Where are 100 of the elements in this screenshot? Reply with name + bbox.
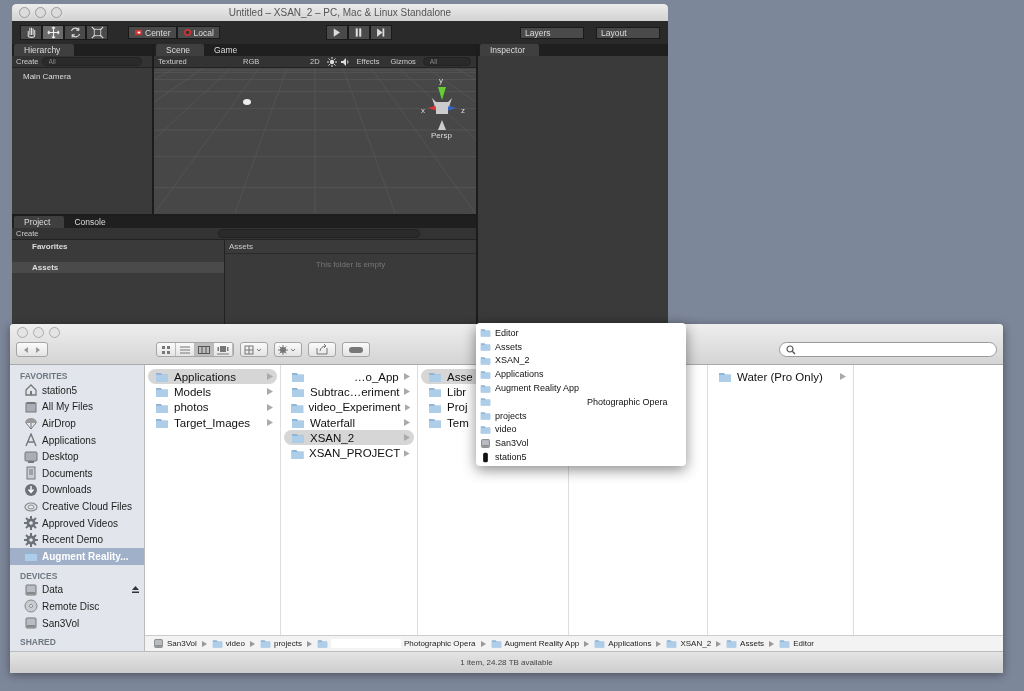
- sidebar-item[interactable]: Recent Demo: [10, 531, 144, 548]
- menu-item[interactable]: XSAN_2: [476, 353, 686, 368]
- folder-row[interactable]: Models: [148, 384, 277, 400]
- pivot-button[interactable]: Center: [128, 26, 177, 39]
- menu-item[interactable]: Editor: [476, 326, 686, 340]
- cover-flow-icon: [217, 343, 229, 356]
- layout-dropdown[interactable]: Layout: [596, 26, 660, 39]
- sidebar-item[interactable]: Data: [10, 581, 144, 599]
- cloud-icon: [24, 499, 38, 514]
- separator-arrow-icon: [480, 640, 486, 647]
- hierarchy-item[interactable]: Main Camera: [12, 68, 152, 81]
- orientation-gizmo-drawing[interactable]: [428, 87, 456, 130]
- sidebar-item[interactable]: AirDrop: [10, 415, 144, 432]
- projection-label[interactable]: Persp: [431, 131, 452, 140]
- view-tab[interactable]: Game: [204, 44, 252, 56]
- eject-icon[interactable]: [131, 585, 140, 595]
- share-button[interactable]: [308, 342, 336, 357]
- folder-row[interactable]: Applications: [148, 369, 277, 385]
- layers-dropdown[interactable]: Layers: [520, 26, 584, 39]
- breadcrumb-link[interactable]: Assets: [229, 242, 253, 251]
- panel-tab[interactable]: Console: [64, 216, 120, 228]
- separator-arrow-icon: [249, 640, 255, 647]
- path-item[interactable]: Editor: [779, 638, 815, 649]
- folder-row[interactable]: Water (Pro Only): [711, 369, 850, 385]
- letter-a-icon: [24, 433, 38, 448]
- path-item[interactable]: San3Vol: [153, 638, 197, 649]
- path-item[interactable]: XSAN_2: [666, 638, 712, 649]
- window-title: Untitled – XSAN_2 – PC, Mac & Linux Standalone: [228, 7, 452, 18]
- scene-object-icon[interactable]: [243, 99, 251, 105]
- search-icon: [786, 344, 796, 355]
- menu-item[interactable]: Assets: [476, 339, 686, 354]
- pause-button[interactable]: [347, 25, 370, 40]
- inspector-tab[interactable]: Inspector: [480, 44, 539, 56]
- folder-icon: [154, 370, 170, 384]
- action-button[interactable]: [274, 342, 302, 357]
- folder-row[interactable]: Waterfall: [284, 414, 414, 431]
- sidebar-item[interactable]: Applications: [10, 431, 144, 449]
- menu-item[interactable]: projects: [476, 408, 686, 423]
- search-field[interactable]: [779, 342, 997, 357]
- path-item[interactable]: video: [211, 638, 245, 649]
- tag-button[interactable]: [342, 342, 370, 357]
- folder-icon: [316, 638, 328, 649]
- sidebar-heading: DEVICES: [20, 569, 59, 582]
- folder-row[interactable]: video_Experiment: [284, 399, 414, 415]
- disclosure-arrow-icon: [840, 373, 846, 381]
- folder-icon: [480, 423, 491, 435]
- sidebar-item[interactable]: Desktop: [10, 448, 144, 465]
- hierarchy-tab[interactable]: Hierarchy: [14, 44, 75, 56]
- path-item[interactable]: Augment Reality App: [490, 638, 580, 649]
- folder-item[interactable]: Assets: [12, 262, 224, 273]
- menu-item[interactable]: video: [476, 422, 686, 437]
- hand-tool-button[interactable]: [20, 25, 42, 40]
- sidebar-item[interactable]: Downloads: [10, 481, 144, 499]
- gear-icon: [24, 532, 38, 547]
- sidebar-item[interactable]: Remote Disc: [10, 598, 144, 615]
- folder-row[interactable]: XSAN_PROJECT: [284, 445, 414, 461]
- folder-icon: [154, 416, 170, 430]
- panel-tab[interactable]: Project: [14, 216, 65, 228]
- menu-item[interactable]: Augment Reality App: [476, 381, 686, 395]
- view-tab[interactable]: Scene: [156, 44, 205, 56]
- separator-arrow-icon: [656, 640, 662, 647]
- menu-item[interactable]: Photographic Opera: [476, 395, 686, 409]
- path-item[interactable]: Photographic Opera: [316, 638, 476, 649]
- play-button[interactable]: [325, 25, 348, 40]
- folder-row[interactable]: …o_App: [284, 369, 414, 385]
- sidebar-item[interactable]: Creative Cloud Files: [10, 498, 144, 515]
- folder-icon: [490, 638, 502, 649]
- cover-flow-button[interactable]: [214, 343, 233, 356]
- sun-icon[interactable]: [326, 56, 337, 67]
- sidebar-item[interactable]: station5: [10, 382, 144, 399]
- rotate-tool-button[interactable]: [64, 25, 86, 40]
- menu-item[interactable]: station5: [476, 450, 686, 464]
- path-item[interactable]: Applications: [594, 638, 652, 649]
- document-icon: [24, 466, 38, 481]
- menu-item[interactable]: Applications: [476, 367, 686, 382]
- move-arrows-icon: [46, 26, 60, 39]
- folder-row[interactable]: Target_Images: [148, 414, 277, 431]
- sidebar-item[interactable]: Documents: [10, 464, 144, 482]
- folder-icon: [480, 410, 491, 422]
- move-arrows-tool-button[interactable]: [42, 25, 64, 40]
- folder-row[interactable]: photos: [148, 399, 277, 415]
- sidebar-item[interactable]: San3Vol: [10, 614, 144, 632]
- sidebar-item[interactable]: All My Files: [10, 398, 144, 416]
- sidebar-item[interactable]: Approved Videos: [10, 514, 144, 532]
- menu-item[interactable]: San3Vol: [476, 436, 686, 451]
- path-item[interactable]: Assets: [726, 638, 765, 649]
- arrange-button[interactable]: [240, 342, 268, 357]
- favorites-item[interactable]: Favorites: [12, 240, 224, 262]
- folder-icon: [427, 385, 443, 399]
- scale-tool-button[interactable]: [86, 25, 108, 40]
- step-forward-button[interactable]: [369, 25, 392, 40]
- column-view-button[interactable]: [195, 343, 214, 356]
- speaker-icon[interactable]: [339, 56, 350, 67]
- pivot-button[interactable]: Local: [176, 26, 220, 39]
- folder-icon: [666, 638, 678, 649]
- path-item[interactable]: projects: [259, 638, 302, 649]
- list-view-icon: [179, 343, 191, 356]
- folder-row[interactable]: Subtrac…eriment: [284, 384, 414, 400]
- back-forward-control[interactable]: [16, 342, 48, 357]
- folder-row[interactable]: XSAN_2: [284, 430, 414, 446]
